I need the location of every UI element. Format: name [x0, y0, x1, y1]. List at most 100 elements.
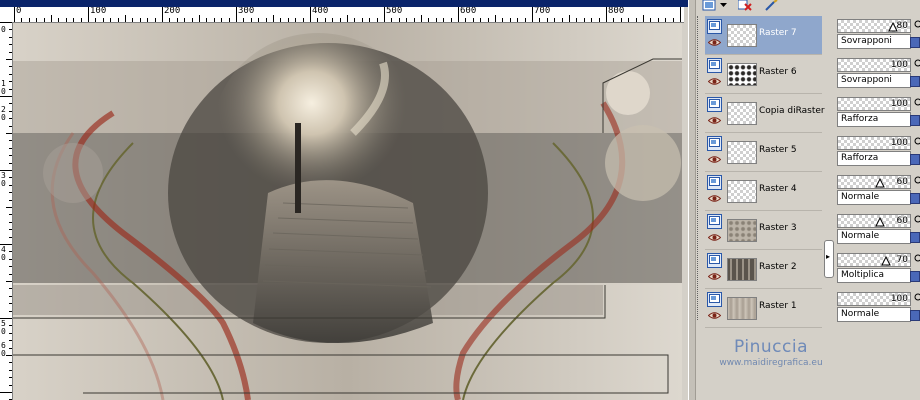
brush-icon[interactable] — [762, 0, 780, 11]
lock-icon[interactable] — [910, 37, 920, 48]
opacity-slider[interactable]: 100 — [837, 292, 911, 306]
layer-name[interactable]: Copia diRaster — [759, 106, 825, 116]
blend-mode-select[interactable]: Normale▶ — [837, 229, 920, 244]
ruler-tick — [80, 18, 82, 22]
ruler-tick — [206, 18, 208, 22]
chevron-down-icon[interactable] — [718, 0, 728, 11]
slider-thumb-icon[interactable] — [875, 177, 885, 188]
link-icon[interactable] — [914, 98, 920, 106]
ruler-tick — [591, 18, 593, 22]
layer-row[interactable]: Copia diRaster — [705, 94, 825, 133]
opacity-slider[interactable]: 80 — [837, 19, 911, 33]
lock-icon[interactable] — [910, 271, 920, 282]
slider-thumb-icon[interactable] — [881, 255, 891, 266]
ruler-tick — [280, 18, 282, 22]
opacity-slider[interactable]: 60 — [837, 214, 911, 228]
window-title-strip — [0, 0, 688, 7]
layer-row[interactable]: Raster 4 — [705, 172, 822, 211]
ruler-tick — [21, 18, 23, 22]
eye-icon[interactable] — [707, 272, 722, 281]
ruler-tick — [524, 18, 526, 22]
blend-mode-select[interactable]: Normale▶ — [837, 307, 920, 322]
layer-thumbnail — [727, 102, 757, 125]
canvas-image[interactable] — [13, 23, 682, 400]
ruler-label: 0 — [16, 7, 22, 16]
panel-splitter-area — [823, 16, 835, 328]
layer-name[interactable]: Raster 7 — [759, 28, 797, 38]
layer-row[interactable]: Raster 2 — [705, 250, 822, 289]
opacity-slider[interactable]: 100 — [837, 97, 911, 111]
lock-icon[interactable] — [910, 154, 920, 165]
layer-row[interactable]: Raster 3 — [705, 211, 822, 250]
lock-icon[interactable] — [910, 193, 920, 204]
layer-raster-icon[interactable] — [707, 292, 722, 307]
layer-raster-icon[interactable] — [707, 214, 722, 229]
layer-row[interactable]: Raster 6 — [705, 55, 822, 94]
blend-mode-select[interactable]: Rafforza▶ — [837, 112, 920, 127]
blend-mode-label: Normale — [841, 231, 880, 241]
eye-icon[interactable] — [707, 38, 722, 47]
layer-name[interactable]: Raster 3 — [759, 223, 797, 233]
ruler-tick — [421, 15, 422, 22]
layer-row[interactable]: Raster 1 — [705, 289, 822, 328]
link-icon[interactable] — [914, 293, 920, 301]
lock-icon[interactable] — [910, 76, 920, 87]
opacity-value: 60 — [896, 177, 908, 187]
opacity-slider[interactable]: 100 — [837, 136, 911, 150]
ruler-tick — [606, 7, 607, 22]
blend-mode-select[interactable]: Sovrapponi▶ — [837, 34, 920, 49]
layer-raster-icon[interactable] — [707, 136, 722, 151]
ruler-tick — [546, 18, 548, 22]
ruler-tick — [354, 18, 356, 22]
blend-mode-select[interactable]: Normale▶ — [837, 190, 920, 205]
ruler-tick — [95, 18, 97, 22]
blend-mode-select[interactable]: Rafforza▶ — [837, 151, 920, 166]
opacity-slider[interactable]: 70 — [837, 253, 911, 267]
layer-raster-icon[interactable] — [707, 253, 722, 268]
vertical-ruler[interactable]: 0 1 0 2 0 3 0 4 0 5 0 6 0 — [0, 22, 13, 400]
layer-name[interactable]: Raster 6 — [759, 67, 797, 77]
layer-row[interactable]: Raster 5 — [705, 133, 822, 172]
link-icon[interactable] — [914, 176, 920, 184]
panel-splitter[interactable] — [688, 0, 696, 400]
horizontal-ruler[interactable]: 0 100 200 300 400 500 600 700 800 — [12, 7, 684, 23]
slider-thumb-icon[interactable] — [875, 216, 885, 227]
layer-raster-icon[interactable] — [707, 97, 722, 112]
layer-name[interactable]: Raster 4 — [759, 184, 797, 194]
layer-raster-icon[interactable] — [707, 175, 722, 190]
layer-row[interactable]: Raster 7 — [705, 16, 822, 55]
lock-icon[interactable] — [910, 232, 920, 243]
blend-mode-select[interactable]: Sovrapponi▶ — [837, 73, 920, 88]
layer-raster-icon[interactable] — [707, 19, 722, 34]
eye-icon[interactable] — [707, 233, 722, 242]
layer-stack-icon[interactable] — [700, 0, 718, 11]
link-icon[interactable] — [914, 20, 920, 28]
blend-mode-select[interactable]: Moltiplica▶ — [837, 268, 920, 283]
ruler-tick — [391, 18, 393, 22]
layer-name[interactable]: Raster 5 — [759, 145, 797, 155]
eye-icon[interactable] — [707, 155, 722, 164]
ruler-tick — [9, 73, 12, 75]
eye-icon[interactable] — [707, 311, 722, 320]
link-icon[interactable] — [914, 137, 920, 145]
layer-raster-icon[interactable] — [707, 58, 722, 73]
eye-icon[interactable] — [707, 116, 722, 125]
ruler-tick — [139, 18, 141, 22]
layer-name[interactable]: Raster 2 — [759, 262, 797, 272]
delete-layer-icon[interactable] — [736, 0, 754, 11]
lock-icon[interactable] — [910, 115, 920, 126]
link-icon[interactable] — [914, 215, 920, 223]
ruler-label: 300 — [238, 7, 255, 16]
ruler-tick — [9, 377, 12, 379]
eye-icon[interactable] — [707, 77, 722, 86]
opacity-slider[interactable]: 100 — [837, 58, 911, 72]
chevron-right-icon[interactable]: ▸ — [826, 252, 830, 261]
opacity-slider[interactable]: 60 — [837, 175, 911, 189]
ruler-tick — [228, 18, 230, 22]
link-icon[interactable] — [914, 254, 920, 262]
layer-name[interactable]: Raster 1 — [759, 301, 797, 311]
link-icon[interactable] — [914, 59, 920, 67]
ruler-tick — [384, 7, 385, 22]
eye-icon[interactable] — [707, 194, 722, 203]
lock-icon[interactable] — [910, 310, 920, 321]
